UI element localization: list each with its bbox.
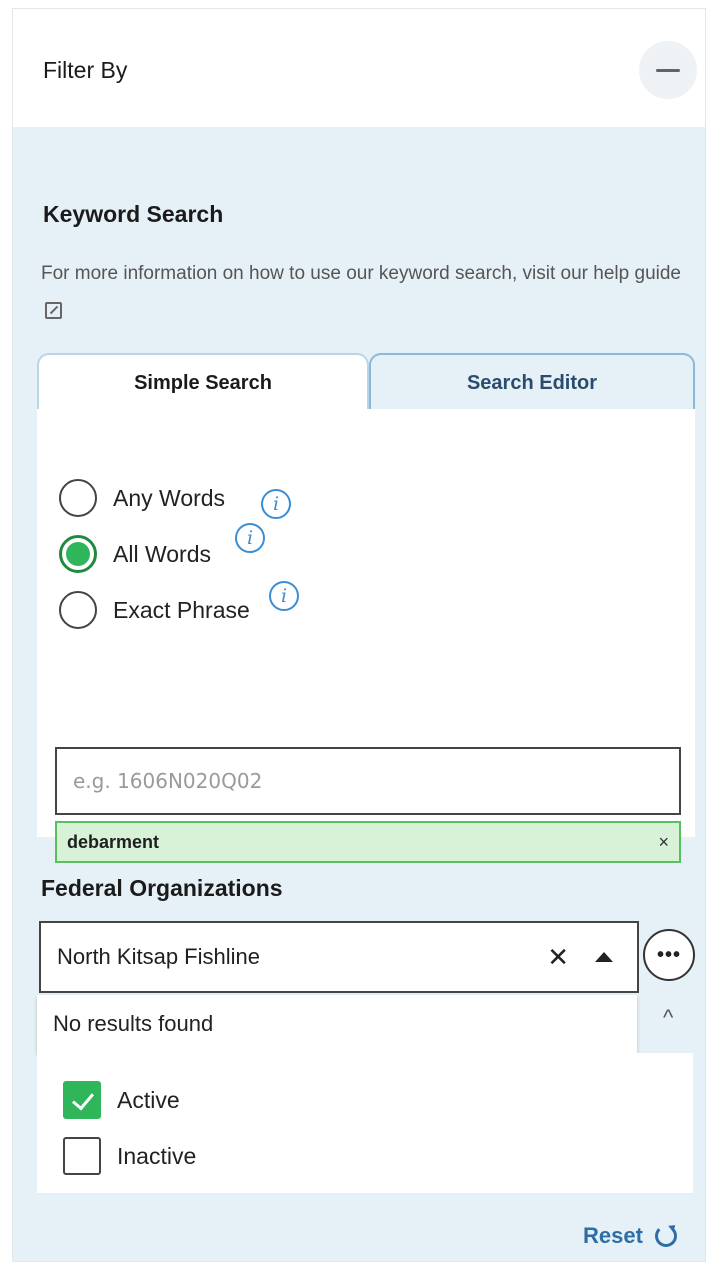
checkbox-active[interactable]: Active	[63, 1081, 180, 1119]
federal-org-select[interactable]: North Kitsap Fishline ✕	[39, 921, 639, 993]
keyword-tabs-card: Simple Search Search Editor Any Words i …	[37, 353, 697, 863]
reset-button[interactable]: Reset	[583, 1223, 677, 1249]
status-filter: Active Inactive	[37, 1053, 693, 1193]
radio-label: Any Words	[113, 484, 226, 511]
filter-header: Filter By	[13, 9, 705, 127]
external-link-icon	[45, 302, 62, 319]
chevron-up-icon[interactable]: ^	[663, 1005, 673, 1031]
tab-simple-search[interactable]: Simple Search	[37, 353, 369, 411]
reset-label: Reset	[583, 1223, 643, 1248]
chip-remove-icon[interactable]: ×	[658, 832, 669, 853]
info-icon[interactable]: i	[269, 581, 299, 611]
radio-all-words[interactable]: All Words	[59, 535, 211, 573]
caret-up-icon[interactable]	[595, 952, 613, 962]
checkbox-checked[interactable]	[63, 1081, 101, 1119]
collapse-button[interactable]	[639, 41, 697, 99]
tab-body: Any Words i All Words i Exact Phrase i d…	[37, 409, 695, 863]
checkbox-inactive[interactable]: Inactive	[63, 1137, 196, 1175]
filter-panel: Filter By Keyword Search For more inform…	[12, 8, 706, 1262]
federal-organizations-title: Federal Organizations	[41, 875, 283, 901]
more-options-button[interactable]: •••	[643, 929, 695, 981]
radio-label: Exact Phrase	[113, 596, 250, 623]
radio-button[interactable]	[59, 479, 97, 517]
checkbox[interactable]	[63, 1137, 101, 1175]
radio-any-words[interactable]: Any Words	[59, 479, 225, 517]
checkbox-label: Inactive	[117, 1142, 197, 1169]
help-text: For more information on how to use our k…	[41, 263, 589, 284]
clear-icon[interactable]: ✕	[547, 942, 569, 973]
help-guide-link[interactable]: help guide	[593, 263, 681, 284]
radio-button-selected[interactable]	[59, 535, 97, 573]
keyword-search-title: Keyword Search	[43, 201, 224, 227]
checkbox-label: Active	[117, 1086, 180, 1113]
info-icon[interactable]: i	[235, 523, 265, 553]
tab-search-editor[interactable]: Search Editor	[369, 353, 695, 411]
org-dropdown-message: No results found	[37, 995, 637, 1053]
filter-title: Filter By	[43, 57, 128, 83]
chip-label: debarment	[67, 831, 160, 852]
refresh-icon	[654, 1225, 677, 1247]
radio-button[interactable]	[59, 591, 97, 629]
keyword-input[interactable]	[55, 747, 681, 815]
minus-icon	[656, 68, 680, 72]
radio-label: All Words	[113, 540, 211, 567]
keyword-chip: debarment ×	[55, 821, 681, 863]
radio-exact-phrase[interactable]: Exact Phrase	[59, 591, 250, 629]
info-icon[interactable]: i	[261, 489, 291, 519]
keyword-help-text: For more information on how to use our k…	[41, 255, 701, 331]
federal-org-value[interactable]: North Kitsap Fishline	[57, 944, 547, 970]
